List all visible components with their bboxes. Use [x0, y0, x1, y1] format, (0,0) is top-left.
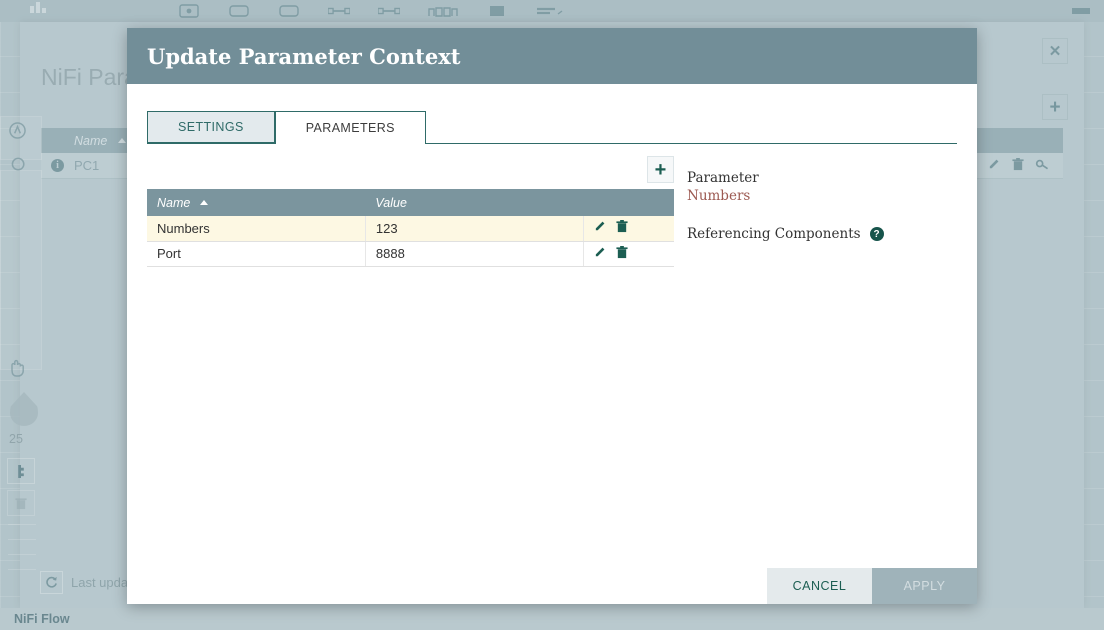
apply-button: APPLY: [872, 568, 977, 604]
dialog-tabs: SETTINGS PARAMETERS: [147, 111, 957, 144]
add-parameter-button[interactable]: +: [647, 156, 674, 183]
column-header-value[interactable]: Value: [365, 189, 583, 216]
parameter-detail-name: Numbers: [687, 188, 957, 204]
parameter-value: 123: [365, 216, 583, 241]
dialog-footer: CANCEL APPLY: [127, 568, 977, 604]
tab-parameters[interactable]: PARAMETERS: [275, 111, 426, 144]
edit-icon[interactable]: [594, 220, 607, 236]
referencing-components-label: Referencing Components: [687, 226, 861, 242]
tab-settings[interactable]: SETTINGS: [147, 111, 275, 143]
parameters-table-header: Name Value: [147, 189, 674, 216]
parameter-name: Numbers: [147, 216, 365, 241]
column-header-name[interactable]: Name: [147, 189, 365, 216]
referencing-components-header: Referencing Components ?: [687, 226, 957, 242]
update-parameter-context-dialog: Update Parameter Context SETTINGS PARAME…: [127, 28, 977, 604]
dialog-body: SETTINGS PARAMETERS + Name: [127, 84, 977, 568]
delete-icon[interactable]: [616, 246, 628, 262]
sort-asc-icon: [200, 200, 208, 205]
parameters-pane: + Name Value: [147, 144, 957, 564]
table-row[interactable]: Numbers 123: [147, 216, 674, 241]
cancel-button[interactable]: CANCEL: [767, 568, 872, 604]
help-icon[interactable]: ?: [870, 227, 884, 241]
parameter-detail-label: Parameter: [687, 170, 957, 186]
parameters-table: Name Value Numbers 123: [147, 189, 674, 267]
dialog-title: Update Parameter Context: [147, 44, 460, 69]
table-row[interactable]: Port 8888: [147, 241, 674, 266]
dialog-header: Update Parameter Context: [127, 28, 977, 84]
column-header-actions: [584, 189, 674, 216]
parameter-value: 8888: [365, 241, 583, 266]
add-parameter-row: +: [147, 152, 674, 189]
row-actions: [584, 241, 674, 266]
delete-icon[interactable]: [616, 220, 628, 236]
parameter-name: Port: [147, 241, 365, 266]
parameter-details-pane: Parameter Numbers Referencing Components…: [674, 144, 957, 564]
row-actions: [584, 216, 674, 241]
parameters-left-pane: + Name Value: [147, 144, 674, 564]
edit-icon[interactable]: [594, 246, 607, 262]
